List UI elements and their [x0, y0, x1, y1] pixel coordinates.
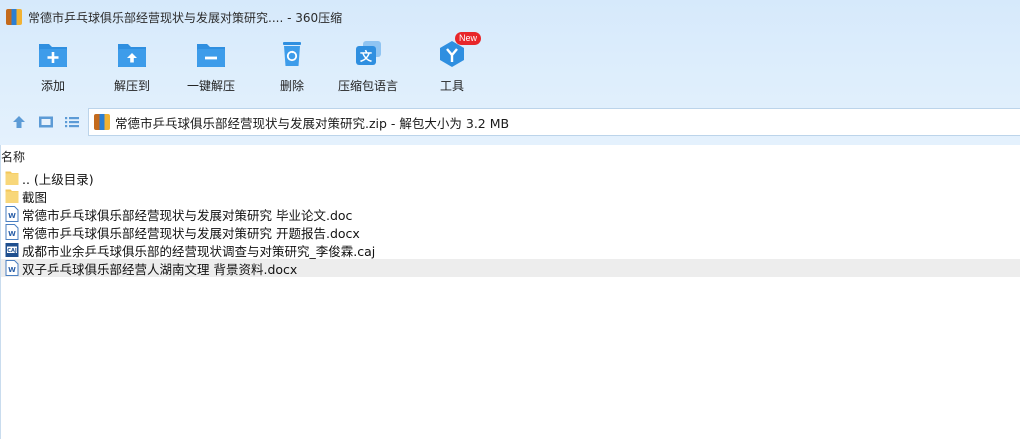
- navigation-bar: 常德市乒乓球俱乐部经营现状与发展对策研究.zip - 解包大小为 3.2 MB: [0, 106, 1020, 138]
- folder-icon: [5, 189, 19, 203]
- word-doc-icon: W: [5, 206, 19, 222]
- item-name: .. (上级目录): [22, 171, 94, 187]
- trash-icon: [283, 42, 301, 66]
- file-list: 名称 .. (上级目录) 截图 W 常德市乒乓球俱乐部经营现状与发展对策研究 毕…: [0, 145, 1020, 439]
- list-item-docx-selected[interactable]: W 双子乒乓球俱乐部经营人湖南文理 背景资料.docx: [1, 259, 1020, 277]
- add-folder-icon: [39, 44, 67, 67]
- language-icon: 文: [356, 41, 381, 65]
- one-click-extract-button[interactable]: 一键解压: [174, 36, 248, 98]
- tools-button[interactable]: New 工具: [415, 32, 489, 98]
- archive-language-label: 压缩包语言: [337, 79, 398, 93]
- list-view-icon[interactable]: [64, 114, 80, 130]
- svg-text:CAJ: CAJ: [7, 248, 17, 254]
- folder-icon: [5, 171, 19, 185]
- list-item-docx[interactable]: W 常德市乒乓球俱乐部经营现状与发展对策研究 开题报告.docx: [1, 223, 1020, 241]
- caj-file-icon: CAJ: [5, 243, 19, 257]
- window-title: 常德市乒乓球俱乐部经营现状与发展对策研究.... - 360压缩: [28, 10, 343, 25]
- delete-label: 删除: [279, 79, 304, 93]
- new-badge: New: [455, 32, 482, 45]
- svg-text:W: W: [8, 266, 16, 274]
- item-name: 双子乒乓球俱乐部经营人湖南文理 背景资料.docx: [22, 261, 298, 277]
- item-name: 常德市乒乓球俱乐部经营现状与发展对策研究 毕业论文.doc: [22, 207, 353, 223]
- svg-text:W: W: [8, 230, 16, 238]
- extract-to-icon: [118, 44, 146, 67]
- add-label: 添加: [40, 79, 65, 93]
- name-column-header[interactable]: 名称: [1, 148, 25, 165]
- thumbnail-view-icon[interactable]: [38, 114, 54, 130]
- list-item-caj[interactable]: CAJ 成都市业余乒乓球俱乐部的经营现状调查与对策研究_李俊霖.caj: [1, 241, 1020, 259]
- one-click-extract-icon: [197, 44, 225, 67]
- list-item-parent-dir[interactable]: .. (上级目录): [1, 169, 1020, 187]
- app-icon: [6, 9, 22, 25]
- address-bar[interactable]: 常德市乒乓球俱乐部经营现状与发展对策研究.zip - 解包大小为 3.2 MB: [88, 108, 1020, 136]
- title-bar: 常德市乒乓球俱乐部经营现状与发展对策研究.... - 360压缩: [6, 7, 342, 27]
- tools-label: 工具: [439, 79, 464, 93]
- item-name: 截图: [22, 189, 48, 205]
- item-name: 常德市乒乓球俱乐部经营现状与发展对策研究 开题报告.docx: [22, 225, 360, 241]
- zip-archive-icon: [94, 114, 110, 130]
- up-arrow-icon[interactable]: [11, 114, 27, 130]
- svg-text:W: W: [8, 212, 16, 220]
- one-click-extract-label: 一键解压: [186, 79, 235, 93]
- delete-button[interactable]: 删除: [255, 36, 329, 98]
- archive-language-button[interactable]: 文 压缩包语言: [331, 36, 405, 98]
- add-button[interactable]: 添加: [16, 36, 90, 98]
- svg-text:文: 文: [360, 49, 373, 64]
- list-item-doc[interactable]: W 常德市乒乓球俱乐部经营现状与发展对策研究 毕业论文.doc: [1, 205, 1020, 223]
- archive-path: 常德市乒乓球俱乐部经营现状与发展对策研究.zip - 解包大小为 3.2 MB: [115, 115, 510, 131]
- top-panel: 常德市乒乓球俱乐部经营现状与发展对策研究.... - 360压缩 添加 解压到: [0, 0, 1020, 145]
- word-doc-icon: W: [5, 224, 19, 240]
- item-name: 成都市业余乒乓球俱乐部的经营现状调查与对策研究_李俊霖.caj: [22, 243, 376, 259]
- extract-to-button[interactable]: 解压到: [95, 36, 169, 98]
- list-item-folder[interactable]: 截图: [1, 187, 1020, 205]
- extract-to-label: 解压到: [113, 79, 150, 93]
- word-doc-icon: W: [5, 260, 19, 276]
